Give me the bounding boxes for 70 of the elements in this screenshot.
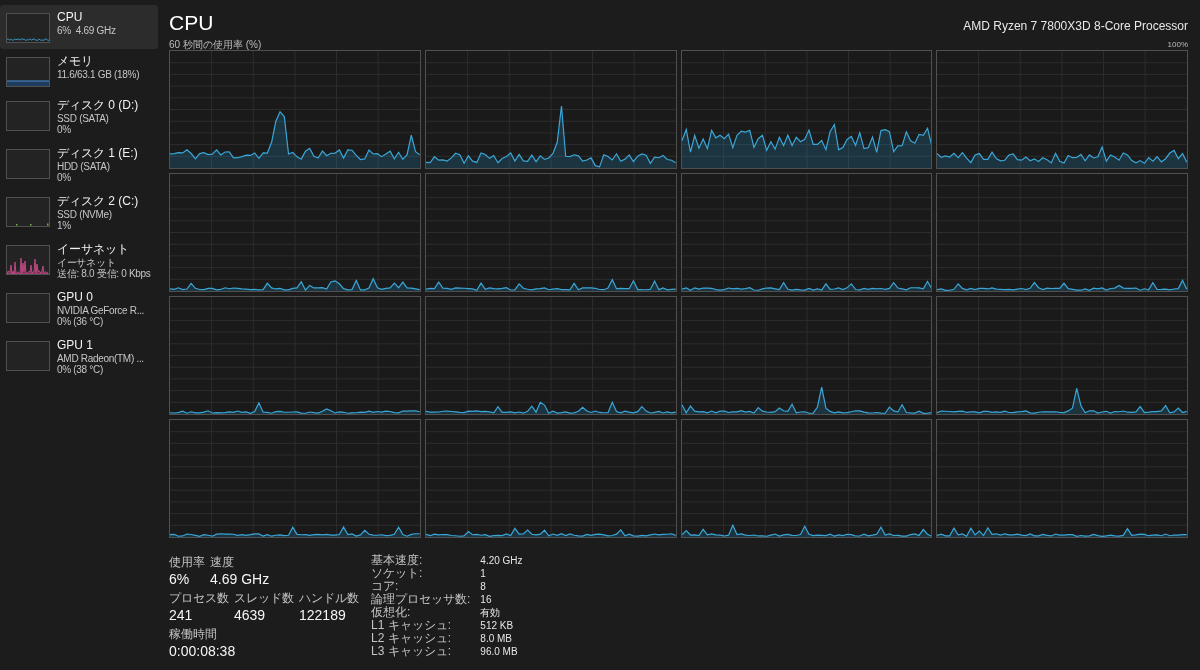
item-title: ディスク 1 (E:) xyxy=(57,146,138,161)
item-detail: AMD Radeon(TM) ... xyxy=(57,353,144,364)
item-title: イーサネット xyxy=(57,242,130,257)
sidebar-item[interactable]: ディスク 0 (D:) SSD (SATA) 0% xyxy=(0,93,158,141)
spec-label: L2 キャッシュ: xyxy=(371,632,452,645)
spec-label: L1 キャッシュ: xyxy=(371,619,452,632)
mini-graph-drawing xyxy=(6,149,50,179)
mini-graph-drawing xyxy=(6,57,50,87)
sidebar-item[interactable]: GPU 1 AMD Radeon(TM) ... 0% (38 °C) xyxy=(0,333,158,381)
item-title: CPU xyxy=(57,10,84,25)
stat-label: 稼働時間 xyxy=(169,626,218,642)
spec-value: 16 xyxy=(480,593,493,606)
spec-value: 8.0 MB xyxy=(480,632,514,645)
item-detail: SSD (NVMe) xyxy=(57,209,113,220)
item-detail: 11.6/63.1 GB (18%) xyxy=(57,69,140,80)
stat-value: 4639 xyxy=(234,606,267,625)
stat-label: ハンドル数 xyxy=(299,590,359,606)
item-detail: 0% (36 °C) xyxy=(57,316,104,327)
spec-label: 仮想化: xyxy=(371,606,412,619)
stat-label: スレッド数 xyxy=(234,590,294,606)
mini-graph-drawing xyxy=(6,245,50,275)
stat-value: 122189 xyxy=(299,606,347,625)
sidebar-item[interactable]: メモリ 11.6/63.1 GB (18%) xyxy=(0,49,158,93)
item-title: GPU 1 xyxy=(57,338,94,353)
stat-label: 速度 xyxy=(210,554,235,570)
mini-graph-drawing xyxy=(6,101,50,131)
stat-value: 4.69 GHz xyxy=(210,570,270,589)
sidebar-item[interactable]: イーサネット イーサネット 送信: 8.0 受信: 0 Kbps xyxy=(0,237,158,285)
item-detail: 送信: 8.0 受信: 0 Kbps xyxy=(57,268,151,279)
item-detail: 0% xyxy=(57,124,72,135)
item-detail: イーサネット xyxy=(57,257,117,268)
item-detail: 0% (38 °C) xyxy=(57,364,103,375)
item-detail: SSD (SATA) xyxy=(57,113,110,124)
item-title: ディスク 2 (C:) xyxy=(57,194,139,209)
item-detail: 0% xyxy=(57,172,72,183)
item-title: GPU 0 xyxy=(57,290,94,305)
mini-graph-drawing xyxy=(6,293,50,323)
sidebar-item[interactable]: ディスク 1 (E:) HDD (SATA) 0% xyxy=(0,141,158,189)
processor-name: AMD Ryzen 7 7800X3D 8-Core Processor xyxy=(963,18,1188,34)
item-detail: 6% 4.69 GHz xyxy=(57,25,116,36)
item-title: メモリ xyxy=(57,54,94,69)
spec-label: 基本速度: xyxy=(371,554,424,567)
spec-value: 1 xyxy=(480,567,487,580)
item-detail: HDD (SATA) xyxy=(57,161,111,172)
mini-graph-drawing xyxy=(6,197,50,227)
stat-label: プロセス数 xyxy=(169,590,229,606)
graph-caption: 60 秒間の使用率 (%) xyxy=(169,39,262,50)
spec-value: 96.0 MB xyxy=(480,645,519,658)
spec-label: ソケット: xyxy=(371,567,424,580)
item-detail: NVIDIA GeForce R... xyxy=(57,305,145,316)
stat-value: 0:00:08:38 xyxy=(169,642,236,661)
page-title: CPU xyxy=(169,10,214,36)
spec-label: 論理プロセッサ数: xyxy=(371,593,471,606)
spec-label: コア: xyxy=(371,580,400,593)
stat-value: 241 xyxy=(169,606,194,625)
spec-value: 8 xyxy=(480,580,487,593)
mini-graph-drawing xyxy=(6,341,50,371)
spec-value: 有効 xyxy=(480,606,502,619)
sidebar-item[interactable]: CPU 6% 4.69 GHz xyxy=(0,5,158,49)
sidebar-item[interactable]: GPU 0 NVIDIA GeForce R... 0% (36 °C) xyxy=(0,285,158,333)
spec-value: 4.20 GHz xyxy=(480,554,523,567)
stat-value: 6% xyxy=(169,570,191,589)
axis-max-label: 100% xyxy=(1167,40,1188,50)
item-detail: 1% xyxy=(57,220,72,231)
mini-graph-drawing xyxy=(6,13,50,43)
stat-label: 使用率 xyxy=(169,554,205,570)
item-title: ディスク 0 (D:) xyxy=(57,98,139,113)
spec-label: L3 キャッシュ: xyxy=(371,645,452,658)
sidebar-item[interactable]: ディスク 2 (C:) SSD (NVMe) 1% xyxy=(0,189,158,237)
spec-value: 512 KB xyxy=(480,619,515,632)
